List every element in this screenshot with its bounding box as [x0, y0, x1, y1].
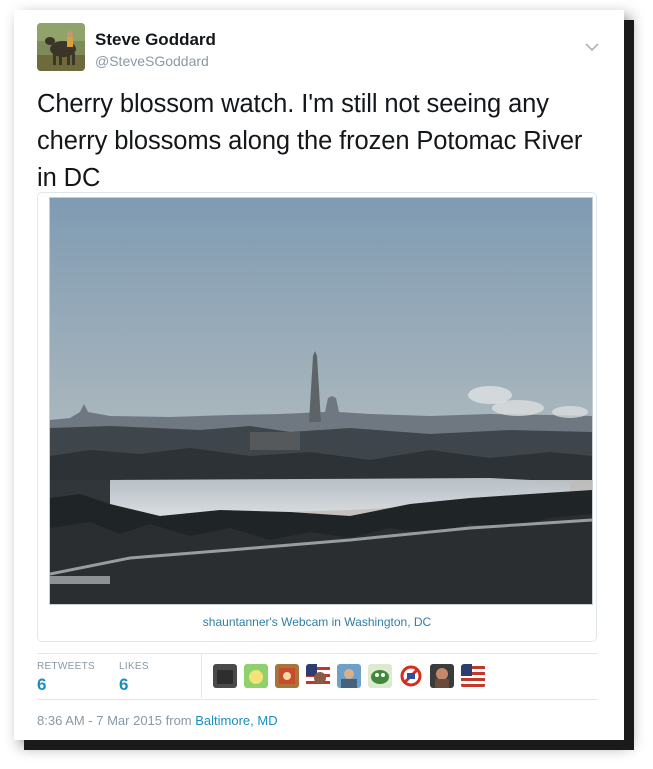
stats-divider-bottom	[37, 699, 597, 700]
media-caption[interactable]: shauntanner's Webcam in Washington, DC	[38, 615, 596, 629]
stats-divider-top	[37, 653, 597, 654]
liker-avatar[interactable]	[213, 664, 237, 688]
author-name[interactable]: Steve Goddard	[95, 30, 216, 50]
retweets-label[interactable]: RETWEETS	[37, 661, 95, 672]
liker-avatar[interactable]	[461, 664, 485, 688]
author-handle[interactable]: @SteveSGoddard	[95, 53, 209, 69]
liker-avatar[interactable]	[244, 664, 268, 688]
retweets-count[interactable]: 6	[37, 675, 46, 695]
media-card[interactable]: shauntanner's Webcam in Washington, DC	[37, 192, 597, 642]
liker-avatar[interactable]	[430, 664, 454, 688]
tweet-time[interactable]: 8:36 AM - 7 Mar 2015 from	[37, 713, 195, 728]
tweet-location[interactable]: Baltimore, MD	[195, 713, 277, 728]
stats-separator	[201, 654, 202, 698]
chevron-down-icon[interactable]	[584, 40, 600, 52]
liker-avatar[interactable]	[368, 664, 392, 688]
tweet-card: Steve Goddard @SteveSGoddard Cherry blos…	[14, 10, 624, 740]
likes-label[interactable]: LIKES	[119, 661, 149, 672]
webcam-photo[interactable]	[49, 197, 593, 605]
liker-avatar[interactable]	[306, 664, 330, 688]
liker-avatar[interactable]	[399, 664, 423, 688]
likes-count[interactable]: 6	[119, 675, 128, 695]
tweet-text: Cherry blossom watch. I'm still not seei…	[37, 90, 583, 192]
liker-avatars	[213, 664, 485, 688]
liker-avatar[interactable]	[275, 664, 299, 688]
tweet-timestamp: 8:36 AM - 7 Mar 2015 from Baltimore, MD	[37, 713, 278, 728]
author-avatar[interactable]	[37, 23, 85, 71]
liker-avatar[interactable]	[337, 664, 361, 688]
